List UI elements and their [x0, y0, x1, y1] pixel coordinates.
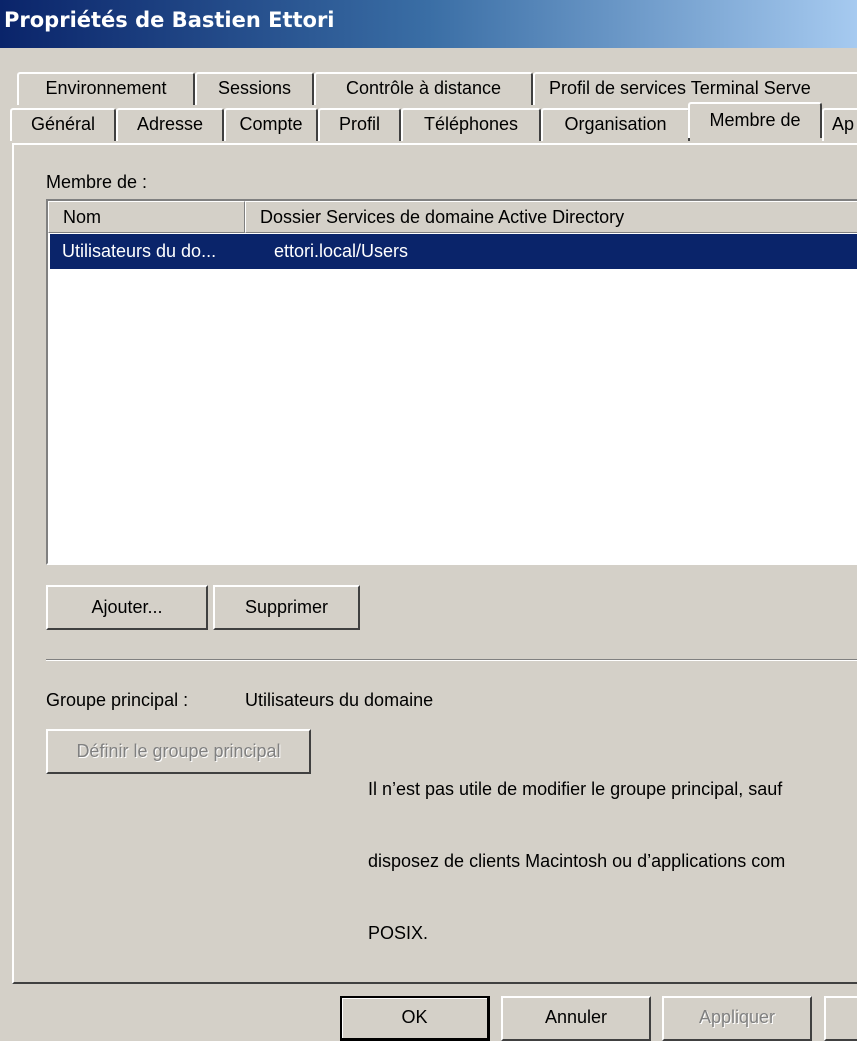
apply-button[interactable]: Appliquer	[662, 996, 812, 1041]
separator	[46, 659, 857, 661]
cancel-button[interactable]: Annuler	[501, 996, 651, 1041]
info-line-3: POSIX.	[368, 923, 429, 943]
column-header-dossier[interactable]: Dossier Services de domaine Active Direc…	[245, 201, 857, 233]
listview-header: Nom Dossier Services de domaine Active D…	[48, 201, 857, 233]
tab-sessions[interactable]: Sessions	[195, 72, 314, 105]
table-row[interactable]: Utilisateurs du do... ettori.local/Users	[50, 234, 857, 269]
tab-controle-a-distance[interactable]: Contrôle à distance	[314, 72, 533, 105]
primary-group-value: Utilisateurs du domaine	[245, 690, 434, 710]
row-name: Utilisateurs du do...	[62, 241, 217, 261]
tab-telephones[interactable]: Téléphones	[401, 108, 541, 141]
tab-ap[interactable]: Ap	[822, 108, 857, 141]
title-bar[interactable]: Propriétés de Bastien Ettori	[0, 0, 857, 48]
help-button[interactable]	[824, 996, 857, 1041]
tab-environnement[interactable]: Environnement	[17, 72, 195, 105]
member-of-label: Membre de :	[46, 172, 148, 192]
ok-button[interactable]: OK	[340, 996, 490, 1041]
primary-group-label: Groupe principal :	[46, 690, 189, 710]
info-line-1: Il n’est pas utile de modifier le groupe…	[368, 779, 783, 799]
window-title: Propriétés de Bastien Ettori	[4, 8, 335, 32]
remove-button[interactable]: Supprimer	[213, 585, 360, 630]
tab-adresse[interactable]: Adresse	[116, 108, 224, 141]
tab-compte[interactable]: Compte	[224, 108, 318, 141]
tab-profil-services-terminal[interactable]: Profil de services Terminal Serve	[533, 72, 857, 105]
groups-listview[interactable]: Nom Dossier Services de domaine Active D…	[46, 199, 857, 565]
row-folder: ettori.local/Users	[274, 241, 409, 261]
info-line-2: disposez de clients Macintosh ou d’appli…	[368, 851, 786, 871]
tab-organisation[interactable]: Organisation	[541, 108, 690, 141]
tab-panel-top-edge	[12, 143, 857, 145]
tab-profil[interactable]: Profil	[318, 108, 401, 141]
tab-general[interactable]: Général	[10, 108, 116, 141]
add-button[interactable]: Ajouter...	[46, 585, 208, 630]
primary-group-info: Il n’est pas utile de modifier le groupe…	[368, 729, 857, 969]
tab-membre-de[interactable]: Membre de	[688, 102, 822, 138]
set-primary-group-button[interactable]: Définir le groupe principal	[46, 729, 311, 774]
column-header-nom[interactable]: Nom	[48, 201, 245, 233]
